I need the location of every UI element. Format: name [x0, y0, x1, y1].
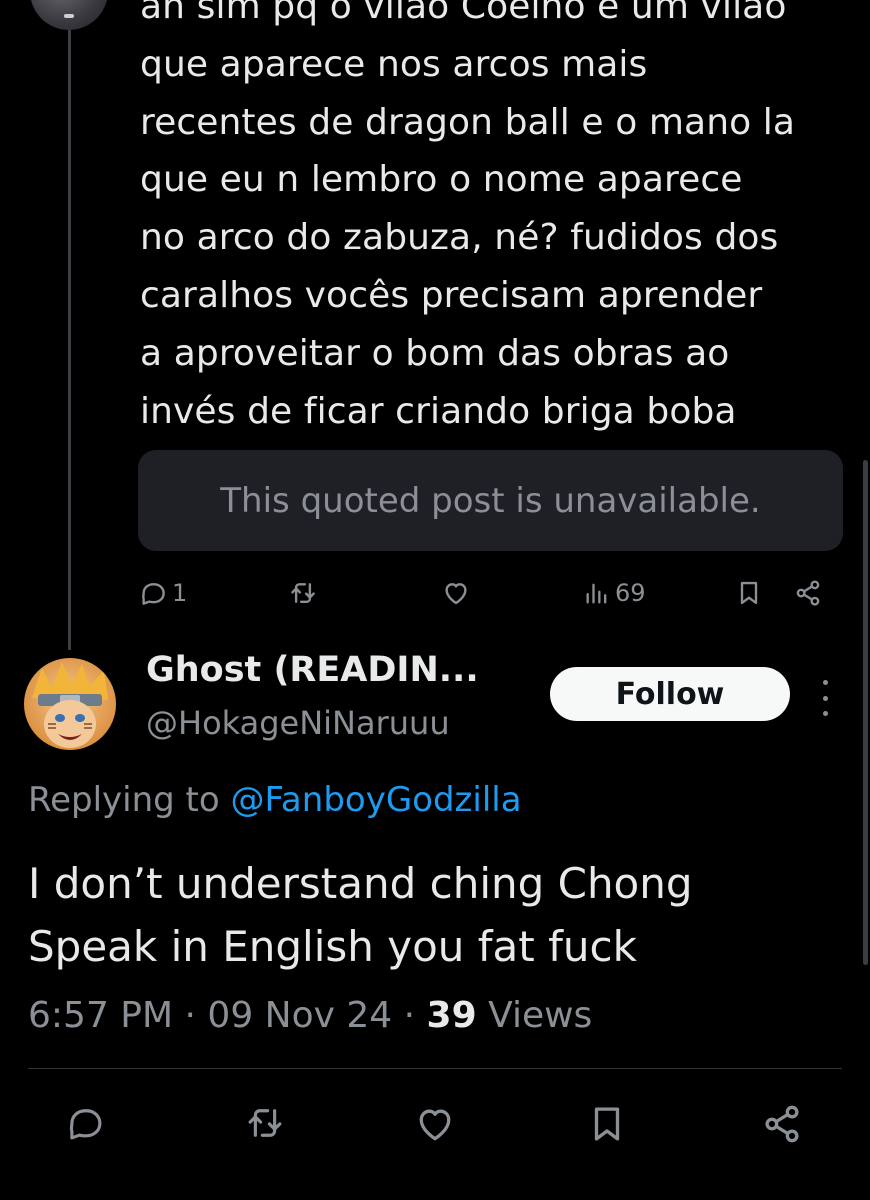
previous-author-avatar[interactable] [30, 0, 108, 30]
repost-icon [248, 1109, 282, 1137]
divider [28, 1068, 842, 1069]
replying-to-prefix: Replying to [28, 780, 220, 820]
tweet-views-label: Views [488, 995, 593, 1036]
tweet-line: no arco do zabuza, né? fudidos dos [140, 217, 779, 259]
tweet-line: que eu n lembro o nome aparece [140, 159, 743, 201]
tweet-time[interactable]: 6:57 PM [28, 995, 173, 1036]
more-options-icon[interactable] [818, 680, 832, 716]
bookmark-button[interactable] [586, 1102, 628, 1146]
author-display-name[interactable]: Ghost (READIN... [146, 650, 479, 690]
bookmark-icon [594, 1107, 620, 1141]
like-button[interactable] [412, 1102, 458, 1146]
tweet-line: que aparece nos arcos mais [140, 43, 648, 85]
reply-button[interactable]: 1 [138, 578, 187, 608]
repost-button[interactable] [287, 578, 319, 608]
scrollbar-thumb[interactable] [863, 460, 868, 965]
tweet-line: recentes de dragon ball e o mano la [140, 101, 796, 143]
heart-icon [419, 1109, 451, 1141]
author-handle[interactable]: @HokageNiNaruuu [146, 704, 450, 742]
tweet-date[interactable]: 09 Nov 24 [207, 995, 392, 1036]
reply-count: 1 [172, 579, 188, 607]
heart-icon [445, 583, 467, 605]
separator: · [403, 995, 416, 1036]
replying-to-mention-link[interactable]: @FanboyGodzilla [231, 780, 522, 820]
share-icon [765, 1105, 799, 1143]
quoted-post-unavailable-text: This quoted post is unavailable. [220, 480, 761, 521]
tweet-timestamp: 6:57 PM · 09 Nov 24 · 39 Views [28, 995, 592, 1036]
author-avatar[interactable] [24, 658, 116, 750]
share-button[interactable] [760, 1102, 804, 1146]
tweet-views-count: 39 [426, 995, 477, 1036]
replying-to-line: Replying to @FanboyGodzilla [28, 780, 522, 820]
tweet-line: Speak in English you fat fuck [28, 922, 637, 971]
share-button[interactable] [792, 578, 824, 608]
quoted-post-card[interactable]: This quoted post is unavailable. [138, 450, 843, 551]
reply-icon [142, 583, 165, 605]
top-tweet-text: ah sim pq o vilão Coelho é um vilão que … [140, 0, 860, 440]
separator: · [184, 995, 196, 1036]
tweet-line: I don’t understand ching Chong [28, 859, 693, 908]
reply-button[interactable] [64, 1102, 106, 1144]
reply-tweet-text: I don’t understand ching Chong Speak in … [28, 852, 848, 978]
thread-connector-line [68, 0, 71, 650]
reply-icon [69, 1109, 102, 1140]
views-count: 69 [615, 579, 646, 607]
repost-icon [291, 583, 315, 603]
tweet-line: caralhos vocês precisam aprender [140, 274, 763, 316]
share-icon [796, 580, 820, 606]
like-button[interactable] [440, 578, 472, 608]
repost-button[interactable] [243, 1102, 287, 1144]
bookmark-icon [740, 581, 758, 605]
tweet-line: ah sim pq o vilão Coelho é um vilão [140, 0, 787, 27]
follow-button[interactable]: Follow [550, 667, 790, 721]
naruto-avatar-icon [24, 658, 116, 750]
views-button[interactable]: 69 [583, 578, 646, 608]
tweet-line: invés de ficar criando briga boba [140, 390, 737, 432]
tweet-line: a aproveitar o bom das obras ao [140, 332, 730, 374]
bookmark-button[interactable] [735, 578, 763, 608]
views-icon [586, 583, 607, 604]
